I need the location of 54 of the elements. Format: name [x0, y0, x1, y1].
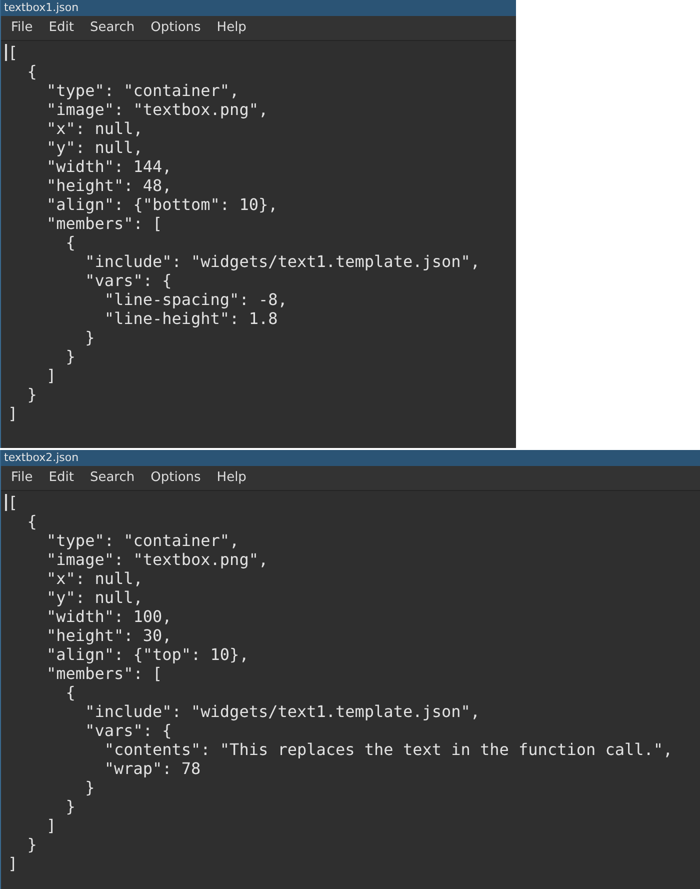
code-line: ] [46, 816, 58, 835]
code-line: "y": null, [46, 138, 144, 157]
code-line: ] [8, 404, 19, 423]
menu-item[interactable]: Edit [40, 467, 82, 489]
code-line: "x": null, [46, 569, 144, 588]
code-line: } [64, 347, 76, 366]
code-line: { [26, 512, 38, 531]
code-line: { [64, 233, 76, 252]
text-cursor [5, 494, 7, 511]
code-line: "members": [ [46, 214, 164, 233]
code-line: ] [46, 366, 58, 385]
code-line: "align": {"bottom": 10}, [46, 195, 279, 214]
code-line: } [84, 328, 96, 347]
code-line: "line-spacing": -8, [103, 290, 288, 309]
code-line: "contents": "This replaces the text in the function call.", [103, 740, 674, 759]
code-line: "image": "textbox.png", [46, 550, 270, 569]
menu-item[interactable]: Edit [40, 17, 82, 39]
code-line: { [26, 62, 38, 81]
code-line: } [26, 835, 38, 854]
text-cursor [5, 44, 7, 61]
code-line: "vars": { [84, 721, 173, 740]
code-line: "width": 144, [46, 157, 173, 176]
code-line: "height": 48, [46, 176, 173, 195]
code-line: "wrap": 78 [103, 759, 202, 778]
code-line: "x": null, [46, 119, 144, 138]
code-line: } [64, 797, 76, 816]
code-line: { [64, 683, 76, 702]
code-line: "type": "container", [46, 81, 240, 100]
code-line: [ [8, 493, 19, 512]
code-line: "members": [ [46, 664, 164, 683]
code-line: "image": "textbox.png", [46, 100, 270, 119]
code-line: "height": 30, [46, 626, 173, 645]
code-line: [ [8, 43, 19, 62]
menu-item[interactable]: Help [208, 17, 254, 39]
code-line: "line-height": 1.8 [103, 309, 279, 328]
code-line: ] [8, 854, 19, 873]
code-line: "align": {"top": 10}, [46, 645, 250, 664]
menu-item[interactable]: File [3, 17, 41, 39]
code-line: } [84, 778, 96, 797]
code-line: "include": "widgets/text1.template.json", [84, 252, 482, 271]
menu-item[interactable]: Search [82, 17, 143, 39]
window-title: textbox2.json [1, 450, 700, 466]
code-line: } [26, 385, 38, 404]
code-line: "include": "widgets/text1.template.json", [84, 702, 482, 721]
window-title: textbox1.json [1, 0, 516, 16]
code-line: "type": "container", [46, 531, 240, 550]
menu-item[interactable]: File [3, 467, 41, 489]
menu-item[interactable]: Help [208, 467, 254, 489]
menu-item[interactable]: Options [142, 467, 209, 489]
menu-item[interactable]: Options [142, 17, 209, 39]
code-line: "width": 100, [46, 607, 173, 626]
code-line: "vars": { [84, 271, 173, 290]
code-line: "y": null, [46, 588, 144, 607]
menu-item[interactable]: Search [82, 467, 143, 489]
